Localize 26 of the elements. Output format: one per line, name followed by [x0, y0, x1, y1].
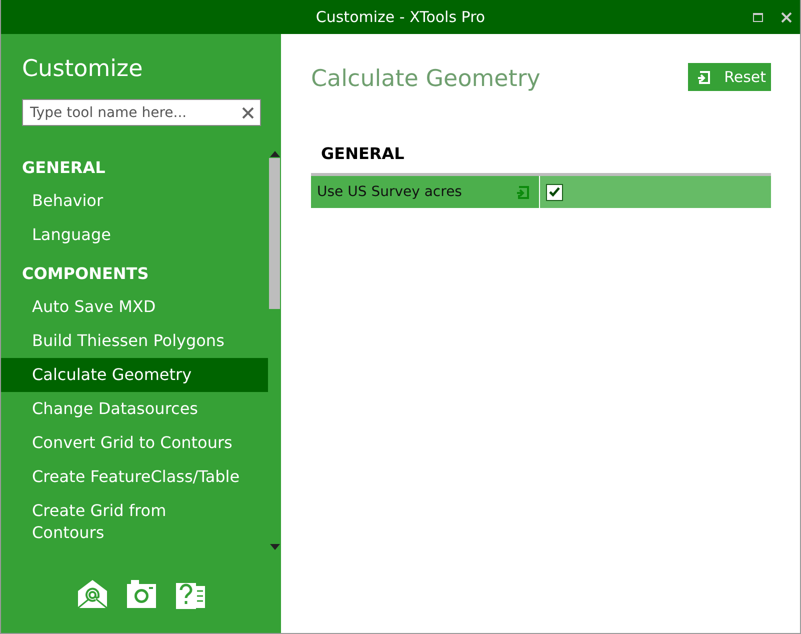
sidebar-item[interactable]: Auto Save MXD	[1, 290, 268, 324]
sidebar-item[interactable]: Language	[1, 218, 268, 252]
close-button[interactable]	[781, 12, 792, 22]
maximize-button[interactable]	[753, 12, 763, 22]
search-field[interactable]: Type tool name here...	[22, 99, 261, 126]
sidebar-item[interactable]: Behavior	[1, 184, 268, 218]
sidebar-item[interactable]: Build Thiessen Polygons	[1, 324, 268, 358]
sidebar-item[interactable]: Calculate Geometry	[1, 358, 268, 392]
checkbox[interactable]	[546, 184, 563, 200]
section-header: COMPONENTS	[21, 262, 150, 284]
page-title: Calculate Geometry	[311, 66, 540, 92]
sidebar-item[interactable]: Convert Grid to Contours	[1, 426, 268, 460]
scrollbar-thumb[interactable]	[269, 158, 280, 309]
email-icon[interactable]	[76, 579, 108, 609]
setting-label: Use US Survey acres	[317, 184, 462, 200]
reset-button[interactable]: Reset	[688, 63, 771, 91]
camera-icon[interactable]	[126, 579, 156, 609]
window-title: Customize - XTools Pro	[316, 8, 486, 26]
reset-icon	[516, 186, 529, 198]
section-header: GENERAL	[321, 144, 406, 163]
sidebar-heading: Customize	[22, 56, 144, 82]
sidebar-item[interactable]: Create Grid from Contours	[1, 494, 268, 550]
section-header: GENERAL	[21, 156, 106, 178]
sidebar-item[interactable]: Change Datasources	[1, 392, 268, 426]
reset-icon	[697, 70, 710, 84]
sidebar-item[interactable]: Create FeatureClass/Table	[1, 460, 268, 494]
